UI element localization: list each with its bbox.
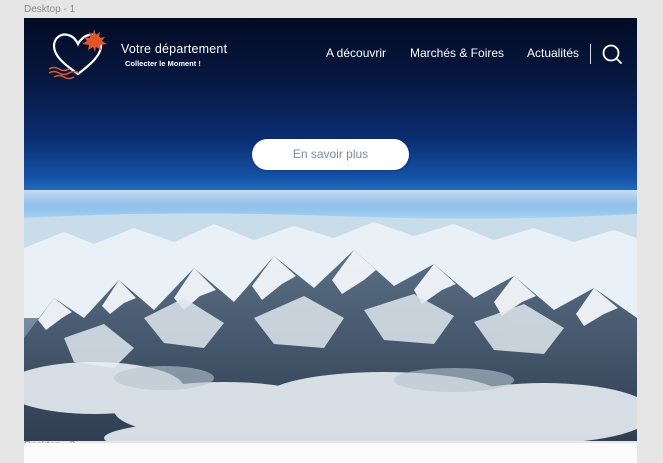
site-header: Votre département Collecter le Moment ! … xyxy=(24,18,637,88)
nav-item-marches-foires[interactable]: Marchés & Foires xyxy=(410,46,504,60)
artboard-desktop-2 xyxy=(24,443,637,463)
main-navigation: A découvrir Marchés & Foires Actualités xyxy=(24,46,637,66)
nav-item-actualites[interactable]: Actualités xyxy=(527,46,579,60)
artboard-desktop-1: Votre département Collecter le Moment ! … xyxy=(24,18,637,441)
artboard-label-desktop-1: Desktop - 1 xyxy=(24,4,76,15)
nav-item-a-decouvrir[interactable]: A découvrir xyxy=(326,46,386,60)
en-savoir-plus-button[interactable]: En savoir plus xyxy=(252,139,409,170)
search-icon[interactable] xyxy=(601,43,623,65)
nav-divider xyxy=(590,44,591,64)
